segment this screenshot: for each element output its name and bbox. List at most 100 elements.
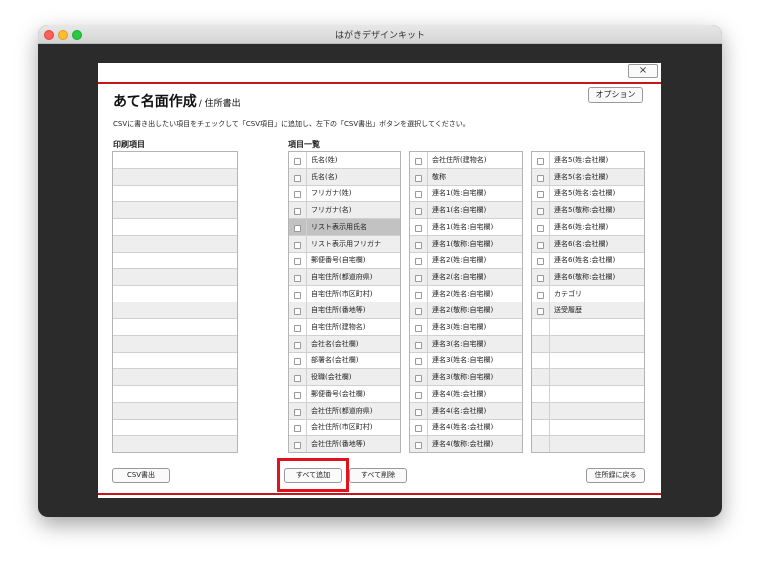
checkbox-icon[interactable]: [294, 208, 301, 216]
list-item[interactable]: 役職(会社欄): [289, 369, 400, 387]
list-item[interactable]: 会社住所(都道府県): [289, 402, 400, 420]
list-item[interactable]: 連名1(名:自宅欄): [410, 202, 522, 220]
list-item[interactable]: 連名5(名:会社欄): [532, 168, 644, 186]
list-item[interactable]: 自宅住所(番地等): [289, 302, 400, 320]
list-item[interactable]: 会社住所(番地等): [289, 435, 400, 452]
checkbox-icon[interactable]: [294, 241, 301, 249]
checkbox-icon[interactable]: [537, 174, 544, 182]
checkbox-icon[interactable]: [294, 191, 301, 199]
list-item[interactable]: フリガナ(姓): [289, 185, 400, 203]
list-item[interactable]: 自宅住所(建物名): [289, 319, 400, 336]
list-item[interactable]: 部署名(会社欄): [289, 352, 400, 370]
checkbox-icon[interactable]: [294, 425, 301, 433]
checkbox-icon[interactable]: [415, 291, 422, 299]
checkbox-icon[interactable]: [294, 375, 301, 383]
checkbox-icon[interactable]: [415, 258, 422, 266]
checkbox-icon[interactable]: [537, 241, 544, 249]
checkbox-icon[interactable]: [415, 325, 422, 332]
list-item[interactable]: 自宅住所(市区町村): [289, 285, 400, 303]
list-item[interactable]: フリガナ(名): [289, 202, 400, 220]
list-item[interactable]: 連名4(姓:会社欄): [410, 385, 522, 403]
checkbox-icon[interactable]: [294, 291, 301, 299]
checkbox-icon[interactable]: [415, 375, 422, 383]
list-item[interactable]: 連名3(姓名:自宅欄): [410, 352, 522, 370]
checkbox-icon[interactable]: [415, 208, 422, 216]
checkbox-icon[interactable]: [415, 441, 422, 449]
list-item[interactable]: 連名4(姓名:会社欄): [410, 419, 522, 437]
list-item[interactable]: 連名6(姓名:会社欄): [532, 252, 644, 270]
csv-export-button[interactable]: CSV書出: [112, 468, 170, 483]
checkbox-icon[interactable]: [415, 408, 422, 416]
checkbox-icon[interactable]: [537, 291, 544, 299]
list-item[interactable]: 連名5(敬称:会社欄): [532, 202, 644, 220]
checkbox-icon[interactable]: [294, 308, 301, 316]
list-item[interactable]: 連名1(姓:自宅欄): [410, 185, 522, 203]
checkbox-icon[interactable]: [294, 408, 301, 416]
items-list-column-2[interactable]: 会社住所(建物名) 敬称 連名1(姓:自宅欄) 連名1(名:自宅欄) 連名1(姓名:自宅…: [409, 151, 523, 453]
list-item[interactable]: 郵便番号(会社欄): [289, 385, 400, 403]
checkbox-icon[interactable]: [415, 241, 422, 249]
back-to-address-book-button[interactable]: 住所録に戻る: [586, 468, 645, 483]
list-item[interactable]: 連名2(敬称:自宅欄): [410, 302, 522, 320]
list-item[interactable]: 連名2(名:自宅欄): [410, 268, 522, 286]
list-item[interactable]: 連名6(姓:会社欄): [532, 218, 644, 236]
list-item[interactable]: 連名1(敬称:自宅欄): [410, 235, 522, 253]
list-item[interactable]: リスト表示用フリガナ: [289, 235, 400, 253]
remove-all-button[interactable]: すべて削除: [349, 468, 407, 483]
checkbox-icon[interactable]: [294, 174, 301, 182]
checkbox-icon[interactable]: [294, 325, 301, 332]
checkbox-icon[interactable]: [537, 208, 544, 216]
list-item[interactable]: 連名2(姓名:自宅欄): [410, 285, 522, 303]
checkbox-icon[interactable]: [294, 274, 301, 282]
checkbox-icon[interactable]: [415, 274, 422, 282]
checkbox-icon[interactable]: [415, 391, 422, 399]
checkbox-icon[interactable]: [415, 308, 422, 316]
list-item[interactable]: カテゴリ: [532, 285, 644, 303]
option-button[interactable]: オプション: [588, 87, 643, 103]
checkbox-icon[interactable]: [294, 391, 301, 399]
print-items-list[interactable]: [112, 151, 238, 453]
list-item[interactable]: リスト表示用氏名: [289, 218, 400, 236]
checkbox-icon[interactable]: [294, 341, 301, 349]
checkbox-icon[interactable]: [415, 174, 422, 182]
checkbox-icon[interactable]: [294, 441, 301, 449]
list-item[interactable]: 連名4(敬称:会社欄): [410, 435, 522, 452]
items-list-column-3[interactable]: 連名5(姓:会社欄) 連名5(名:会社欄) 連名5(姓名:会社欄) 連名5(敬称:会社…: [531, 151, 645, 453]
list-item[interactable]: 会社名(会社欄): [289, 335, 400, 353]
checkbox-icon[interactable]: [537, 224, 544, 232]
checkbox-icon[interactable]: [537, 258, 544, 266]
list-item[interactable]: 郵便番号(自宅欄): [289, 252, 400, 270]
checkbox-icon[interactable]: [415, 224, 422, 232]
checkbox-icon[interactable]: [415, 358, 422, 366]
list-item[interactable]: 連名6(敬称:会社欄): [532, 268, 644, 286]
list-item[interactable]: 氏名(名): [289, 168, 400, 186]
checkbox-icon[interactable]: [537, 274, 544, 282]
list-item[interactable]: 連名5(姓名:会社欄): [532, 185, 644, 203]
checkbox-icon[interactable]: [415, 425, 422, 433]
list-item[interactable]: 連名3(名:自宅欄): [410, 335, 522, 353]
close-icon[interactable]: ×: [628, 64, 658, 78]
list-item[interactable]: 連名2(姓:自宅欄): [410, 252, 522, 270]
list-item[interactable]: 連名4(名:会社欄): [410, 402, 522, 420]
list-item[interactable]: 会社住所(市区町村): [289, 419, 400, 437]
checkbox-icon[interactable]: [537, 308, 544, 316]
list-item[interactable]: 連名3(姓:自宅欄): [410, 319, 522, 336]
checkbox-icon[interactable]: [294, 158, 301, 165]
checkbox-icon[interactable]: [415, 191, 422, 199]
list-item[interactable]: 氏名(姓): [289, 152, 400, 169]
checkbox-icon[interactable]: [415, 341, 422, 349]
checkbox-icon[interactable]: [294, 358, 301, 366]
checkbox-icon[interactable]: [294, 224, 301, 232]
list-item[interactable]: 自宅住所(都道府県): [289, 268, 400, 286]
list-item[interactable]: 送受履歴: [532, 302, 644, 320]
list-item[interactable]: 連名5(姓:会社欄): [532, 152, 644, 169]
checkbox-icon[interactable]: [415, 158, 422, 165]
list-item[interactable]: 連名1(姓名:自宅欄): [410, 218, 522, 236]
list-item[interactable]: 連名3(敬称:自宅欄): [410, 369, 522, 387]
checkbox-icon[interactable]: [537, 158, 544, 165]
list-item[interactable]: 連名6(名:会社欄): [532, 235, 644, 253]
list-item[interactable]: 会社住所(建物名): [410, 152, 522, 169]
items-list-column-1[interactable]: 氏名(姓) 氏名(名) フリガナ(姓) フリガナ(名) リスト表示用氏名 リスト表示用フリ…: [288, 151, 401, 453]
checkbox-icon[interactable]: [294, 258, 301, 266]
list-item[interactable]: 敬称: [410, 168, 522, 186]
